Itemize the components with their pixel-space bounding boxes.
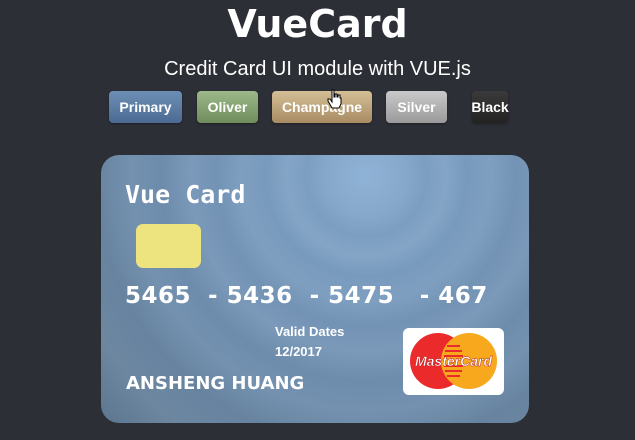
mastercard-logo: MasterCard [403,328,504,395]
theme-button-black[interactable]: Black [471,91,509,123]
theme-button-oliver[interactable]: Oliver [197,91,258,123]
card-number: 5465 - 5436 - 5475 - 467 [125,283,488,309]
page-subtitle: Credit Card UI module with VUE.js [164,58,471,80]
hand-cursor-icon [327,89,342,109]
valid-dates-label: Valid Dates [275,324,345,339]
card-brand-name: Vue Card [125,180,246,209]
valid-date-value: 12/2017 [275,344,322,359]
theme-button-champagne[interactable]: Champagne [272,91,372,123]
theme-button-silver[interactable]: Silver [386,91,447,123]
credit-card: Vue Card 5465 - 5436 - 5475 - 467 Valid … [101,155,529,423]
card-holder-name: ANSHENG HUANG [126,373,305,394]
mastercard-icon: MasterCard [410,333,497,389]
theme-button-primary[interactable]: Primary [109,91,182,123]
page: VueCard Credit Card UI module with VUE.j… [0,0,635,440]
mastercard-wordmark: MasterCard [415,353,492,369]
card-chip-icon [136,224,201,268]
page-title: VueCard [227,2,408,46]
